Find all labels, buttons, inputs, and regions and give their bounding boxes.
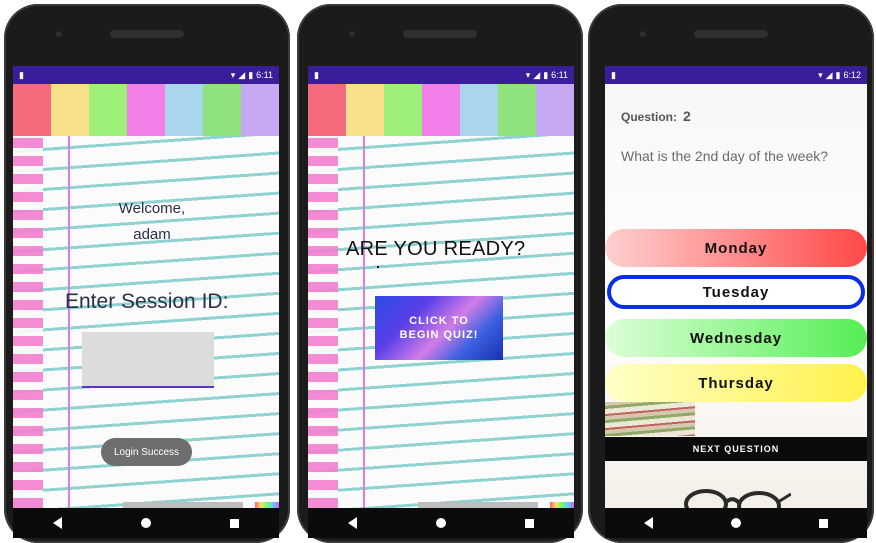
torn-edge [13,136,43,508]
username: adam [133,226,171,243]
begin-quiz-button[interactable]: CLICK TO BEGIN QUIZ! [375,296,503,360]
recents-icon[interactable] [230,518,240,528]
phone-quiz: ▮ ▾ ◢ ▮ 6:12 Question: 2 What is the 2nd… [588,4,874,543]
tab-strip [308,84,346,136]
status-bar: ▮ ▾ ◢ ▮ 6:12 [605,66,867,84]
recents-icon[interactable] [819,518,828,528]
tab-strip [241,84,279,136]
sim-icon: ▮ [611,69,616,80]
earpiece-speaker [694,30,768,38]
toast-message: Login Success [101,438,192,466]
dot-mark [377,266,379,268]
sim-icon: ▮ [314,69,319,80]
status-time: 6:11 [551,70,568,80]
tab-strip [203,84,241,136]
tab-strip [51,84,89,136]
question-text: What is the 2nd day of the week? [621,148,829,164]
screen: ▮ ▾ ◢ ▮ 6:12 Question: 2 What is the 2nd… [605,66,867,538]
tab-strip [384,84,422,136]
question-label: Question: [621,110,677,124]
home-icon[interactable] [731,518,741,528]
nav-bar [13,508,279,538]
wifi-icon: ▾ [525,69,531,80]
front-camera [56,31,62,37]
tab-strip [89,84,127,136]
recents-icon[interactable] [525,518,535,528]
nav-bar [605,508,867,538]
option-monday[interactable]: Monday [605,229,867,267]
signal-icon: ◢ [825,69,833,80]
session-label: Enter Session ID: [65,290,229,313]
ready-title: ARE YOU READY? [346,238,526,260]
sim-icon: ▮ [19,69,24,80]
color-tabs [308,84,574,136]
home-icon[interactable] [435,518,446,528]
begin-line: BEGIN QUIZ! [399,329,479,341]
signal-icon: ◢ [533,69,541,80]
next-question-button[interactable]: NEXT QUESTION [605,437,867,461]
back-icon[interactable] [644,517,653,529]
earpiece-speaker [403,30,477,38]
tab-strip [422,84,460,136]
screen: ▮ ▾ ◢ ▮ 6:11 Welcome, adam Enter Session… [13,66,279,538]
question-number: 2 [683,108,691,124]
battery-icon: ▮ [543,69,549,80]
option-wednesday[interactable]: Wednesday [605,319,867,357]
status-time: 6:12 [843,70,861,80]
tab-strip [165,84,203,136]
earpiece-speaker [110,30,184,38]
phone-login: ▮ ▾ ◢ ▮ 6:11 Welcome, adam Enter Session… [4,4,290,543]
wifi-icon: ▾ [230,69,236,80]
status-bar: ▮ ▾ ◢ ▮ 6:11 [13,66,279,84]
glasses-icon [684,489,791,508]
wifi-icon: ▾ [818,69,823,80]
front-camera [349,31,355,37]
tab-strip [460,84,498,136]
signal-icon: ◢ [238,69,246,80]
screen: ▮ ▾ ◢ ▮ 6:11 ARE YOU READY? CLICK TO BEG… [308,66,574,538]
battery-icon: ▮ [835,69,841,80]
margin-line [68,136,70,508]
phone-ready: ▮ ▾ ◢ ▮ 6:11 ARE YOU READY? CLICK TO BEG… [297,4,583,543]
tab-strip [127,84,165,136]
margin-line [363,136,365,508]
back-icon[interactable] [347,517,357,529]
torn-edge [308,136,338,508]
notebook-background: ARE YOU READY? CLICK TO BEGIN QUIZ! [308,84,574,508]
battery-icon: ▮ [248,69,254,80]
tab-strip [498,84,536,136]
home-icon[interactable] [140,518,151,528]
status-time: 6:11 [256,70,273,80]
welcome-text: Welcome, adam [97,196,207,248]
back-icon[interactable] [52,517,62,529]
front-camera [640,31,646,37]
tab-strip [346,84,384,136]
welcome-line: Welcome, [118,200,186,217]
quiz-background: Question: 2 What is the 2nd day of the w… [605,84,867,508]
begin-line: CLICK TO [409,315,469,327]
color-tabs [13,84,279,136]
option-thursday[interactable]: Thursday [605,364,867,402]
session-id-input[interactable] [82,332,214,388]
option-tuesday[interactable]: Tuesday [607,275,865,309]
nav-bar [308,508,574,538]
books-image [605,402,695,436]
notebook-background: Welcome, adam Enter Session ID: Login Su… [13,84,279,508]
status-bar: ▮ ▾ ◢ ▮ 6:11 [308,66,574,84]
tab-strip [13,84,51,136]
tab-strip [536,84,574,136]
